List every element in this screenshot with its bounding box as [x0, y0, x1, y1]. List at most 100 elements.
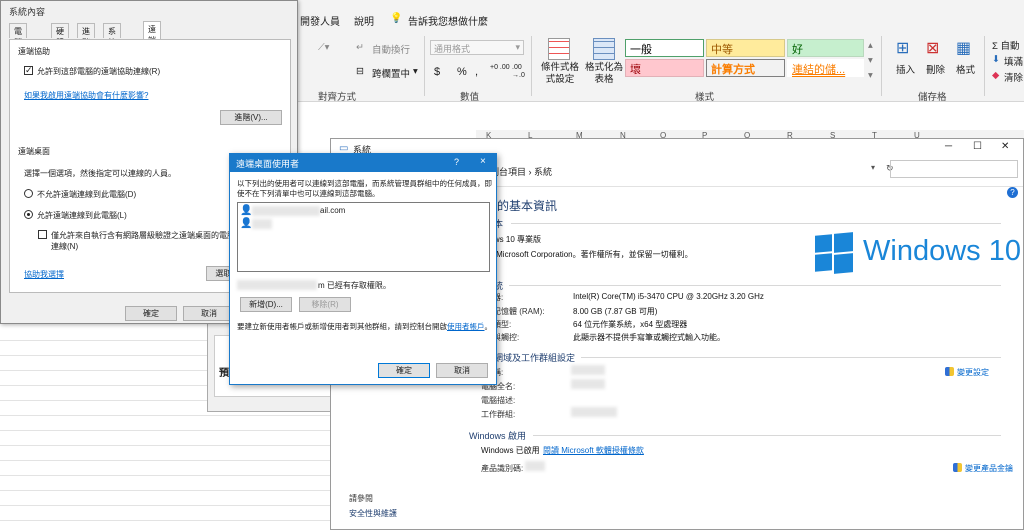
cancel-button[interactable]: 取消: [436, 363, 488, 378]
styles-more-icon[interactable]: ▾: [868, 70, 873, 81]
cancel-button[interactable]: 取消: [183, 306, 235, 321]
help-choose-link[interactable]: 協助我選擇: [24, 269, 64, 280]
license-terms-link[interactable]: 閱讀 Microsoft 軟體授權條款: [543, 445, 644, 456]
tab-developer[interactable]: 開發人員: [300, 13, 340, 28]
change-key-link[interactable]: 變更產品金鑰: [953, 463, 1013, 474]
style-neutral[interactable]: 中等: [706, 39, 785, 57]
dropdown-icon[interactable]: ▾: [871, 163, 883, 175]
tell-me-search[interactable]: 告訴我您想做什麼: [408, 13, 488, 28]
user-accounts-link[interactable]: 使用者帳戶: [447, 322, 485, 331]
minimize-button[interactable]: ─: [945, 141, 952, 152]
style-normal[interactable]: 一般: [625, 39, 704, 57]
allow-label[interactable]: 允許遠端連線到此電腦(L): [37, 210, 127, 221]
redacted-value: [525, 461, 545, 471]
processor-value: Intel(R) Core(TM) i5-3470 CPU @ 3.20GHz …: [573, 292, 764, 301]
redacted-value: [237, 280, 317, 290]
nla-label[interactable]: 僅允許來自執行含有網路層級驗證之遠端桌面的電腦進行: [51, 230, 251, 241]
style-linked-cell[interactable]: 連結的儲...: [787, 59, 864, 77]
styles-scroll-up-icon[interactable]: ▴: [868, 40, 873, 51]
insert-button[interactable]: 插入: [896, 62, 915, 76]
gridline: [0, 415, 340, 416]
decrease-decimal-button[interactable]: .00 →.0: [512, 64, 532, 80]
divider: [509, 285, 1001, 286]
merge-center-button[interactable]: 跨欄置中: [372, 66, 410, 80]
style-label: 壞: [630, 64, 641, 76]
chevron-down-icon[interactable]: ▾: [413, 66, 418, 77]
style-bad[interactable]: 壞: [625, 59, 704, 77]
ok-button[interactable]: 確定: [378, 363, 430, 378]
remove-button[interactable]: 移除(R): [299, 297, 351, 312]
help-icon[interactable]: ?: [1007, 187, 1018, 198]
pen-touch-value: 此顯示器不提供手寫筆或觸控式輸入功能。: [573, 333, 725, 342]
user-icon: 👤: [240, 218, 253, 229]
tab-hardware[interactable]: 硬體: [51, 23, 69, 47]
format-button[interactable]: 格式: [956, 62, 975, 76]
assistance-info-link[interactable]: 如果我啟用遠端協助會有什麼影響?: [24, 90, 148, 101]
autosum-button[interactable]: Σ 自動: [992, 38, 1020, 52]
access-text: m 已經有存取權限。: [318, 281, 391, 290]
fill-button[interactable]: 填滿: [1004, 54, 1023, 68]
merge-center-icon[interactable]: ⊟: [356, 66, 364, 77]
list-item[interactable]: 👤: [240, 218, 480, 230]
add-button[interactable]: 新增(D)...: [240, 297, 292, 312]
advanced-button[interactable]: 進階(V)...: [220, 110, 282, 125]
users-list[interactable]: 👤 ail.com 👤: [237, 202, 490, 272]
allow-assistance-label[interactable]: 允許到這部電腦的遠端協助連線(R): [37, 66, 160, 77]
allow-radio[interactable]: [24, 210, 33, 219]
conditional-format-button[interactable]: 條件式格式設定: [537, 62, 583, 86]
orientation-icon[interactable]: ⟋▾: [318, 42, 329, 53]
format-as-table-button[interactable]: 格式化為表格: [584, 62, 624, 86]
dont-allow-radio[interactable]: [24, 189, 33, 198]
insert-icon[interactable]: ⊞: [896, 38, 909, 58]
tab-help[interactable]: 說明: [354, 13, 374, 28]
maximize-button[interactable]: ☐: [973, 141, 982, 152]
window-title: 系統內容: [9, 7, 46, 17]
tab-computer-name[interactable]: 電腦名稱: [9, 23, 27, 69]
tab-advanced[interactable]: 進階: [77, 23, 95, 47]
search-input[interactable]: [890, 160, 1018, 178]
change-settings-link[interactable]: 變更設定: [945, 367, 989, 378]
close-icon[interactable]: ✕: [1001, 141, 1009, 152]
list-item[interactable]: 👤 ail.com: [240, 205, 480, 217]
delete-button[interactable]: 刪除: [926, 62, 945, 76]
number-format-select[interactable]: 通用格式 ▾: [430, 40, 524, 55]
comma-button[interactable]: ,: [475, 66, 478, 78]
wrap-text-icon[interactable]: ↵: [356, 42, 364, 53]
percent-button[interactable]: %: [457, 66, 467, 78]
style-good[interactable]: 好: [787, 39, 864, 57]
eraser-icon[interactable]: ◆: [992, 70, 999, 81]
nla-checkbox[interactable]: [38, 230, 47, 239]
allow-assistance-checkbox[interactable]: ✓: [24, 65, 33, 75]
styles-scroll-down-icon[interactable]: ▾: [868, 55, 873, 66]
fill-icon[interactable]: ⬇: [992, 54, 1000, 65]
number-group-label: 數值: [460, 92, 480, 103]
dialog-description: 以下列出的使用者可以連線到這部電腦，而系統管理員群組中的任何成員，即使不在下列清…: [237, 179, 492, 198]
currency-button[interactable]: $: [434, 66, 440, 78]
ok-button[interactable]: 確定: [125, 306, 177, 321]
change-settings-label: 變更設定: [957, 368, 989, 377]
table-format-icon[interactable]: [593, 38, 615, 60]
divider: [984, 36, 985, 96]
nla-label-line2[interactable]: 連線(N): [51, 241, 78, 252]
see-also-label: 請參閱: [349, 494, 373, 503]
delete-icon[interactable]: ⊠: [926, 38, 939, 58]
dont-allow-label[interactable]: 不允許遠端連線到此電腦(D): [37, 189, 136, 200]
redacted-value: [252, 206, 320, 216]
security-maintenance-link[interactable]: 安全性與維護: [349, 508, 397, 519]
workgroup-label: 工作群組:: [481, 410, 516, 419]
clear-button[interactable]: 清除: [1004, 70, 1023, 84]
style-calculation[interactable]: 計算方式: [706, 59, 785, 77]
increase-decimal-button[interactable]: +0 .00: [490, 64, 510, 72]
tab-system-protection[interactable]: 系統保護: [103, 23, 121, 69]
tab-remote[interactable]: 遠端: [143, 21, 161, 45]
windows-logo-text: Windows 10: [863, 235, 1021, 267]
footer-text: 要建立新使用者帳戶或新增使用者到其他群組，請到控制台開啟使用者帳戶。: [237, 321, 492, 332]
conditional-format-icon[interactable]: [548, 38, 570, 60]
redacted-value: [571, 379, 605, 389]
choose-option-text: 選擇一個選項，然後指定可以連線的人員。: [24, 169, 176, 178]
wrap-text-button[interactable]: 自動換行: [372, 42, 410, 56]
footer-suffix: 。: [484, 322, 493, 331]
help-button[interactable]: ?: [454, 157, 459, 167]
format-icon[interactable]: ▦: [956, 38, 971, 58]
close-icon[interactable]: ×: [480, 156, 486, 167]
